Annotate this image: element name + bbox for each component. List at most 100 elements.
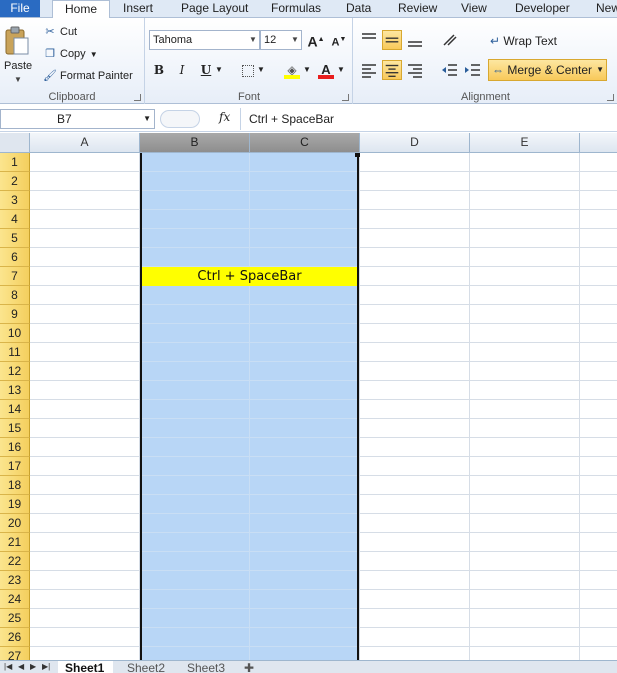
tab-page-layout[interactable]: Page Layout: [181, 0, 248, 17]
worksheet-grid[interactable]: A B C D E 1 2 3 4 5 6 7 8 9 10 11 12 13 14 15 16 17 18 19 2…: [0, 133, 617, 660]
alignment-launcher-icon[interactable]: [607, 94, 614, 101]
align-top-icon[interactable]: [359, 30, 379, 50]
row-header-4[interactable]: 4: [0, 210, 30, 229]
paste-button[interactable]: Paste: [4, 60, 32, 72]
row-header-21[interactable]: 21: [0, 533, 30, 552]
chevron-down-icon[interactable]: ▼: [143, 110, 151, 128]
select-all-corner[interactable]: [0, 133, 30, 153]
row-header-9[interactable]: 9: [0, 305, 30, 324]
tab-formulas[interactable]: Formulas: [271, 0, 321, 17]
first-sheet-icon[interactable]: |◀: [4, 661, 12, 673]
row-header-7[interactable]: 7: [0, 267, 30, 286]
tab-new[interactable]: New: [596, 0, 617, 17]
align-left-icon[interactable]: [359, 60, 379, 80]
tab-file[interactable]: File: [0, 0, 40, 17]
row-header-5[interactable]: 5: [0, 229, 30, 248]
row-header-26[interactable]: 26: [0, 628, 30, 647]
font-name-combo[interactable]: Tahoma ▼: [149, 30, 260, 50]
align-center-icon[interactable]: [382, 60, 402, 80]
row-header-3[interactable]: 3: [0, 191, 30, 210]
sheet-tab-1[interactable]: Sheet1: [58, 661, 113, 673]
row-header-15[interactable]: 15: [0, 419, 30, 438]
row-header-11[interactable]: 11: [0, 343, 30, 362]
merge-center-dropdown-icon[interactable]: ▼: [596, 60, 604, 80]
insert-sheet-icon[interactable]: ✚: [244, 661, 266, 673]
copy-dropdown-icon[interactable]: ▼: [90, 50, 98, 59]
column-header-e[interactable]: E: [470, 133, 580, 153]
row-header-13[interactable]: 13: [0, 381, 30, 400]
selection-row-gridline: [142, 627, 357, 628]
italic-button[interactable]: I: [172, 60, 192, 80]
column-header-c[interactable]: C: [250, 133, 360, 153]
column-header-a[interactable]: A: [30, 133, 140, 153]
align-middle-icon[interactable]: [382, 30, 402, 50]
column-header-b[interactable]: B: [140, 133, 250, 153]
next-sheet-icon[interactable]: ▶: [30, 661, 36, 673]
row-header-20[interactable]: 20: [0, 514, 30, 533]
row-header-12[interactable]: 12: [0, 362, 30, 381]
prev-sheet-icon[interactable]: ◀: [18, 661, 24, 673]
row-header-23[interactable]: 23: [0, 571, 30, 590]
insert-function-button[interactable]: fx: [219, 110, 230, 124]
row-header-25[interactable]: 25: [0, 609, 30, 628]
font-color-dropdown-icon[interactable]: ▼: [336, 60, 346, 80]
row-header-1[interactable]: 1: [0, 153, 30, 172]
formula-input[interactable]: Ctrl + SpaceBar: [240, 108, 617, 130]
format-painter-button[interactable]: 🖌 Format Painter: [42, 67, 133, 85]
font-size-combo[interactable]: 12 ▼: [260, 30, 302, 50]
fill-color-button[interactable]: ◈: [282, 60, 302, 80]
increase-indent-icon[interactable]: [463, 60, 483, 80]
row-header-19[interactable]: 19: [0, 495, 30, 514]
row-header-18[interactable]: 18: [0, 476, 30, 495]
formula-bar-splitter[interactable]: [160, 110, 200, 128]
underline-button[interactable]: U: [196, 60, 216, 80]
row-header-17[interactable]: 17: [0, 457, 30, 476]
font-launcher-icon[interactable]: [342, 94, 349, 101]
row-header-14[interactable]: 14: [0, 400, 30, 419]
selection-row-gridline: [142, 323, 357, 324]
selection-handle[interactable]: [355, 153, 360, 157]
row-header-2[interactable]: 2: [0, 172, 30, 191]
selection-row-gridline: [142, 437, 357, 438]
row-header-10[interactable]: 10: [0, 324, 30, 343]
active-cell-b7[interactable]: Ctrl + SpaceBar: [142, 267, 357, 286]
column-header-partial[interactable]: [580, 133, 617, 153]
row-header-6[interactable]: 6: [0, 248, 30, 267]
orientation-icon[interactable]: [440, 30, 460, 50]
borders-button[interactable]: [238, 60, 258, 80]
name-box[interactable]: B7 ▼: [0, 109, 155, 129]
tab-developer[interactable]: Developer: [515, 0, 570, 17]
font-color-button[interactable]: A: [316, 60, 336, 80]
borders-dropdown-icon[interactable]: ▼: [256, 60, 266, 80]
tab-insert[interactable]: Insert: [123, 0, 153, 17]
tab-data[interactable]: Data: [346, 0, 371, 17]
tab-review[interactable]: Review: [398, 0, 437, 17]
sheet-tab-2[interactable]: Sheet2: [120, 661, 175, 673]
align-right-icon[interactable]: [405, 60, 425, 80]
align-bottom-icon[interactable]: [405, 30, 425, 50]
row-header-8[interactable]: 8: [0, 286, 30, 305]
row-header-24[interactable]: 24: [0, 590, 30, 609]
underline-dropdown-icon[interactable]: ▼: [214, 60, 224, 80]
fill-color-dropdown-icon[interactable]: ▼: [302, 60, 312, 80]
shrink-font-button[interactable]: A▼: [329, 30, 349, 50]
paste-icon[interactable]: [4, 26, 30, 56]
row-header-16[interactable]: 16: [0, 438, 30, 457]
row-header-22[interactable]: 22: [0, 552, 30, 571]
wrap-text-button[interactable]: ↵ Wrap Text: [490, 31, 557, 51]
copy-button[interactable]: ❐ Copy ▼: [42, 45, 98, 63]
grow-font-button[interactable]: A▲: [306, 30, 326, 50]
merge-center-button[interactable]: ⇔ Merge & Center ▼: [488, 59, 607, 81]
column-header-d[interactable]: D: [360, 133, 470, 153]
selection-row-gridline: [142, 171, 357, 172]
row-header-27[interactable]: 27: [0, 647, 30, 660]
bold-button[interactable]: B: [149, 60, 169, 80]
cut-button[interactable]: ✂ Cut: [42, 23, 77, 41]
sheet-tab-3[interactable]: Sheet3: [180, 661, 235, 673]
tab-home[interactable]: Home: [52, 0, 110, 18]
decrease-indent-icon[interactable]: [440, 60, 460, 80]
last-sheet-icon[interactable]: ▶|: [42, 661, 50, 673]
tab-view[interactable]: View: [461, 0, 487, 17]
paste-dropdown-icon[interactable]: ▼: [14, 75, 22, 84]
clipboard-launcher-icon[interactable]: [134, 94, 141, 101]
